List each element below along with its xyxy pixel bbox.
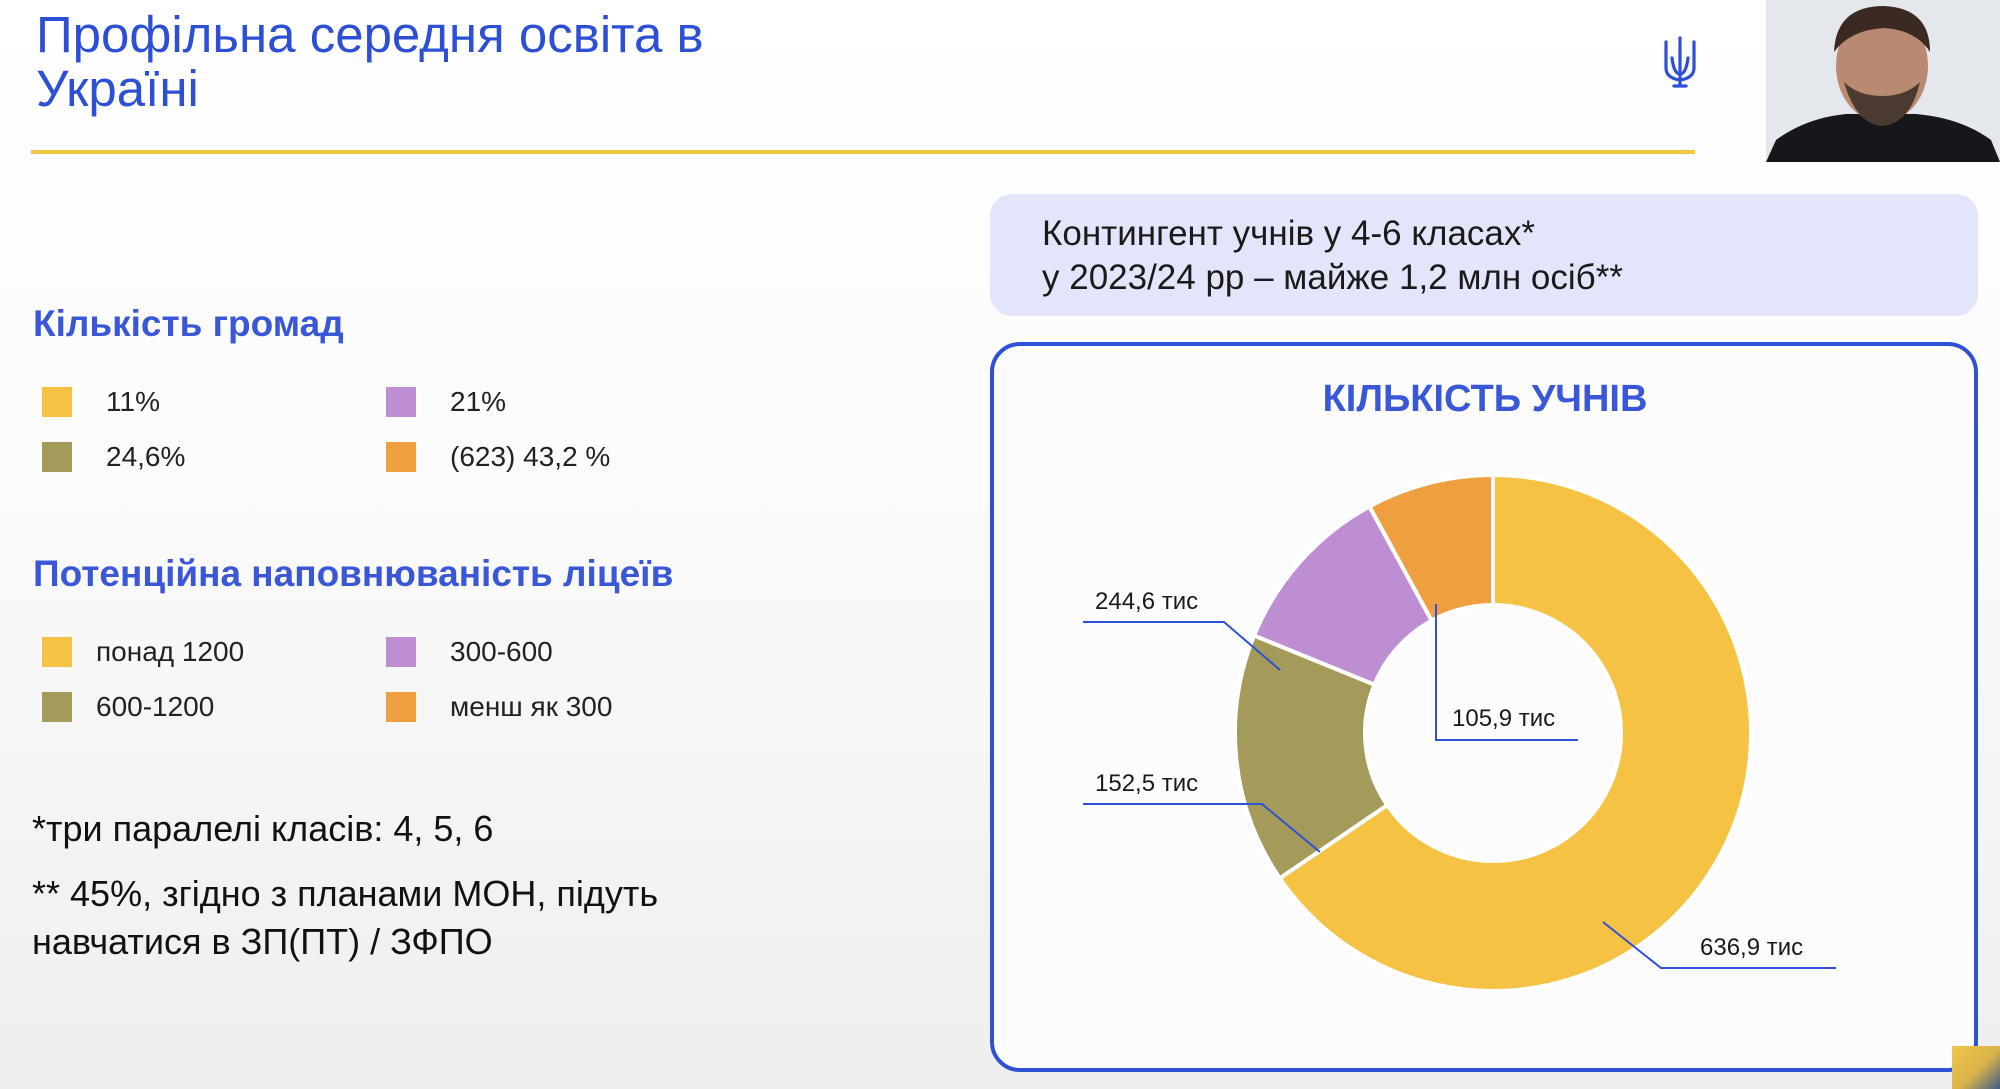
corner-thumbnail bbox=[1952, 1046, 2000, 1089]
donut-chart: 636,9 тис 152,5 тис 244,6 тис 105,9 тис bbox=[1083, 472, 1836, 993]
slice-value-label: 152,5 тис bbox=[1095, 770, 1198, 797]
slice-value-label: 244,6 тис bbox=[1095, 588, 1198, 615]
slice-value-label: 105,9 тис bbox=[1452, 705, 1555, 732]
slice-value-label: 636,9 тис bbox=[1700, 934, 1803, 961]
